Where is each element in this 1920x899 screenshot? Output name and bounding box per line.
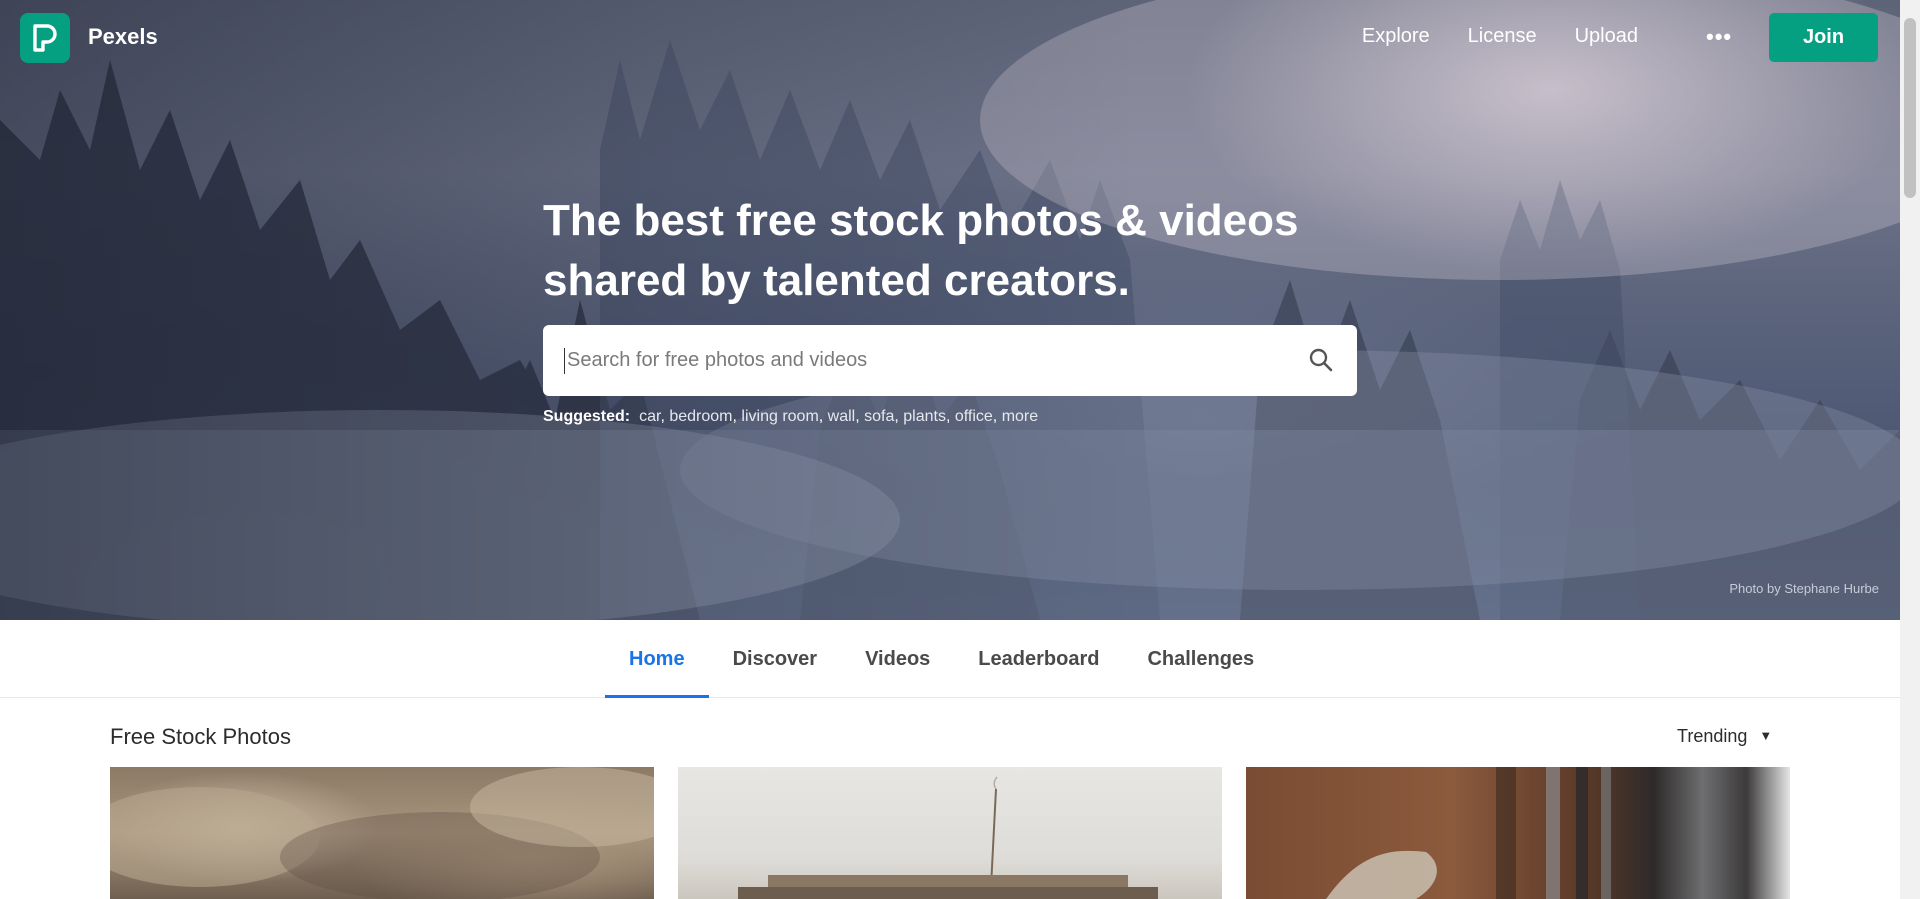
suggested-searches: Suggested: car, bedroom, living room, wal…	[543, 408, 1039, 425]
hero-headline: The best free stock photos & videos shar…	[543, 191, 1363, 311]
photo-smoke-image	[110, 767, 654, 899]
photo-card[interactable]	[678, 767, 1222, 899]
photo-card[interactable]	[110, 767, 654, 899]
search-input[interactable]	[567, 325, 1267, 396]
hero-background: Pexels Explore License Upload ••• Join T…	[0, 0, 1900, 620]
suggestion-bedroom[interactable]: bedroom	[669, 408, 732, 425]
scrollbar-thumb[interactable]	[1904, 18, 1916, 198]
suggestion-plants[interactable]: plants	[903, 408, 946, 425]
section-tab-bar: Home Discover Videos Leaderboard Challen…	[0, 620, 1900, 698]
section-title: Free Stock Photos	[110, 724, 291, 749]
page-scrollbar[interactable]	[1900, 0, 1920, 899]
photo-card[interactable]	[1246, 767, 1790, 899]
caret-down-icon: ▼	[1759, 728, 1773, 743]
tab-home[interactable]: Home	[605, 620, 709, 698]
section-tabs: Home Discover Videos Leaderboard Challen…	[605, 620, 1278, 698]
photo-credit[interactable]: Photo by Stephane Hurbe	[1729, 581, 1879, 596]
pexels-logo-icon[interactable]	[20, 13, 70, 63]
tab-leaderboard[interactable]: Leaderboard	[954, 620, 1123, 698]
nav-upload[interactable]: Upload	[1575, 25, 1638, 48]
hero-headline-line-2: shared by talented creators.	[543, 256, 1130, 305]
nav-explore[interactable]: Explore	[1362, 25, 1430, 48]
join-button[interactable]: Join	[1769, 13, 1878, 62]
photo-jacket-image	[1326, 767, 1611, 899]
top-navigation: Pexels Explore License Upload ••• Join	[0, 0, 1900, 76]
nav-links: Explore License Upload	[1362, 25, 1638, 48]
suggestion-more[interactable]: more	[1002, 408, 1038, 425]
search-icon[interactable]	[1308, 347, 1334, 373]
suggestion-wall[interactable]: wall	[828, 408, 856, 425]
tab-discover[interactable]: Discover	[709, 620, 842, 698]
sort-label: Trending	[1677, 726, 1748, 746]
tab-videos[interactable]: Videos	[841, 620, 954, 698]
suggestion-office[interactable]: office	[955, 408, 993, 425]
brand-name[interactable]: Pexels	[88, 24, 158, 50]
nav-license[interactable]: License	[1468, 25, 1537, 48]
suggestion-sofa[interactable]: sofa	[864, 408, 894, 425]
tab-challenges[interactable]: Challenges	[1123, 620, 1278, 698]
hero-headline-line-1: The best free stock photos & videos	[543, 196, 1299, 245]
more-dots-icon[interactable]: •••	[1706, 26, 1732, 48]
suggestion-car[interactable]: car	[639, 408, 660, 425]
photo-incense-image	[738, 776, 1158, 899]
search-box[interactable]	[543, 325, 1357, 396]
sort-dropdown[interactable]: Trending ▼	[1677, 726, 1772, 747]
suggested-label: Suggested:	[543, 408, 631, 425]
suggestion-living-room[interactable]: living room	[741, 408, 818, 425]
text-cursor	[564, 348, 565, 374]
